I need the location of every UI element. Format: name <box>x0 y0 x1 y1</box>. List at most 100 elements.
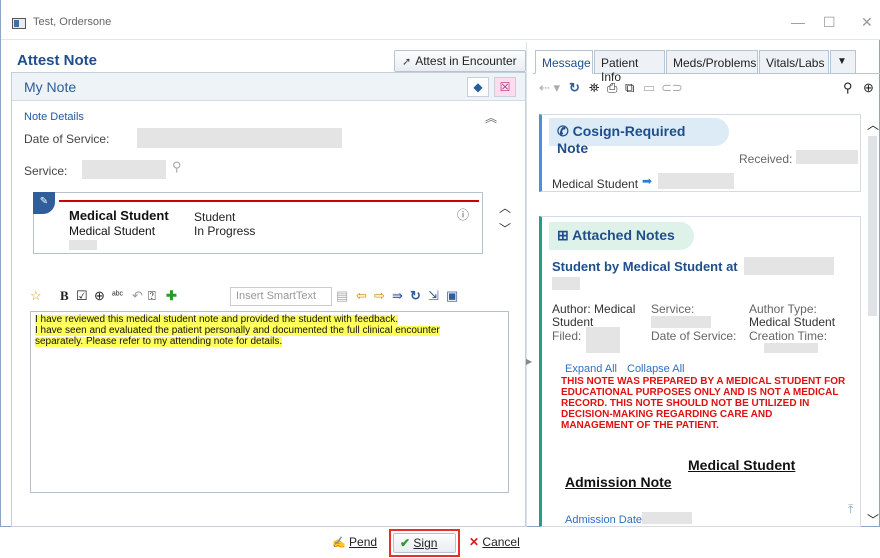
star-icon[interactable]: ☆ <box>30 286 42 306</box>
attest-note-panel: Attest Note ➚ Attest in Encounter My Note… <box>11 42 526 557</box>
scroll-up-icon[interactable]: ︿ <box>499 199 511 216</box>
app-icon <box>12 18 26 29</box>
pin-icon: ➚ <box>402 56 412 68</box>
attached-notes-card: ⊞ Attached Notes Student by Medical Stud… <box>539 216 861 527</box>
cancel-button[interactable]: ✕ Cancel <box>463 532 521 554</box>
tab-message[interactable]: Message <box>535 50 593 74</box>
message-toolbar: ⇠ ▾ ↻ ⛯ ⎙ ⧉ ▭ ⊂⊃ ⚲ ⊕ <box>533 76 880 100</box>
expand-arrow-icon[interactable]: ▶ <box>526 357 532 366</box>
add-icon[interactable]: ✚ <box>166 286 177 306</box>
note-line-3: separately. Please refer to my attending… <box>35 336 283 347</box>
tab-vitals-labs[interactable]: Vitals/Labs <box>759 50 829 74</box>
panel-splitter[interactable]: ▶ <box>526 42 532 527</box>
recipient-value <box>658 173 734 189</box>
zoom-out-icon[interactable]: ⚲ <box>843 80 853 96</box>
attached-notes-header: ⊞ Attached Notes <box>549 222 694 250</box>
student-card[interactable]: ✎ Medical Student Medical Student Studen… <box>33 192 483 254</box>
collapse-chevron-icon[interactable]: ︽ <box>485 109 497 126</box>
pend-icon: ✍ <box>332 537 346 549</box>
service-label-right: Service: <box>651 302 695 316</box>
message-panel: Message Patient Info Meds/Problems Vital… <box>533 42 880 527</box>
note-title-redacted <box>744 257 834 275</box>
window-title: Test, Ordersone <box>33 16 112 28</box>
bold-icon[interactable]: B <box>60 286 69 306</box>
back-icon[interactable]: ⇠ ▾ <box>539 80 560 96</box>
sign-button[interactable]: ✔ Sign <box>393 533 456 553</box>
service-value <box>651 316 711 328</box>
copy-icon[interactable]: ⧉ <box>625 80 634 96</box>
my-note-title: My Note <box>24 79 77 95</box>
medical-student-warning: THIS NOTE WAS PREPARED BY A MEDICAL STUD… <box>561 376 846 431</box>
filed-label: Filed: <box>552 329 582 343</box>
note-details-label: Note Details <box>24 111 84 123</box>
close-icon[interactable]: ✕ <box>861 14 873 31</box>
insert-smarttext-input[interactable]: Insert SmartText <box>230 287 332 306</box>
date-of-service-label: Date of Service: <box>24 132 110 146</box>
student-name-secondary: Medical Student <box>69 224 156 238</box>
expand-all-link[interactable]: Expand All <box>565 363 617 375</box>
zoom-icon[interactable]: ⊕ <box>94 286 105 306</box>
scroll-down-icon[interactable]: ﹀ <box>867 511 879 528</box>
arrow-right-icon[interactable]: ⇨ <box>374 286 385 306</box>
scroll-up-icon[interactable]: ︿ <box>867 116 879 133</box>
date-of-service-field[interactable] <box>137 128 342 148</box>
service-field[interactable] <box>82 160 166 179</box>
scroll-top-icon[interactable]: ⤒ <box>848 502 853 517</box>
binoculars-icon[interactable]: ⛯ <box>589 80 599 96</box>
print-icon[interactable]: ⎙ <box>607 80 617 96</box>
refresh-icon[interactable]: ↻ <box>410 286 421 306</box>
tab-patient-info[interactable]: Patient Info <box>594 50 665 84</box>
app-window: Test, Ordersone — ☐ ✕ Attest Note ➚ Attes… <box>0 0 880 557</box>
cosign-header: ✆ Cosign-Required Note <box>549 118 729 156</box>
attest-note-title: Attest Note <box>17 52 98 69</box>
note-box: My Note ◆ ☒ Note Details ︽ Date of Servi… <box>11 72 526 557</box>
tab-meds-problems[interactable]: Meds/Problems <box>666 50 758 74</box>
filed-value <box>586 327 620 353</box>
scroll-down-icon[interactable]: ﹀ <box>499 220 511 237</box>
arrow-left-icon[interactable]: ⇦ <box>356 286 367 306</box>
note-editor[interactable]: I have reviewed this medical student not… <box>30 311 509 493</box>
note-title: Student by Medical Student at <box>552 259 738 274</box>
search-icon[interactable]: ⚲ <box>172 159 182 175</box>
tab-dropdown-icon[interactable]: ▼ <box>830 50 856 74</box>
admission-date-label: Admission Date: <box>565 514 646 526</box>
refresh-icon[interactable]: ↻ <box>569 80 580 96</box>
minimize-icon[interactable]: — <box>791 14 805 30</box>
author-type-label: Author Type: <box>749 302 817 316</box>
note-icon: ⊞ <box>557 227 569 243</box>
note-footer: ✍ Pend ✔ Sign ✕ Cancel <box>12 528 525 558</box>
date-of-service-label-right: Date of Service: <box>651 329 737 343</box>
author-label: Author: Medical <box>552 302 636 316</box>
title-bar: Test, Ordersone — ☐ ✕ <box>1 0 880 40</box>
note-icon[interactable]: ☒ <box>494 77 516 97</box>
help-icon[interactable]: ⍰ <box>148 286 156 306</box>
image-icon[interactable]: ▭ <box>643 80 655 96</box>
spellcheck-icon[interactable]: ᵃᵇᶜ <box>112 286 123 306</box>
my-note-header: My Note ◆ ☒ <box>12 73 525 101</box>
author-type-value: Medical Student <box>749 315 836 329</box>
undo-icon[interactable]: ↶ <box>132 286 143 306</box>
scroll-thumb[interactable] <box>868 136 877 316</box>
creation-time-value <box>764 343 818 353</box>
arrow-icon: ➡ <box>642 174 653 188</box>
pend-button[interactable]: ✍ Pend <box>326 532 384 554</box>
note-line-1: I have reviewed this medical student not… <box>35 314 399 325</box>
student-role: Student <box>194 210 236 224</box>
collapse-all-link[interactable]: Collapse All <box>627 363 684 375</box>
student-status: In Progress <box>194 224 256 238</box>
attest-in-encounter-button[interactable]: ➚ Attest in Encounter <box>394 50 526 72</box>
insert-icon[interactable]: ⇛ <box>392 286 403 306</box>
link-icon[interactable]: ⊂⊃ <box>661 80 683 96</box>
document-icon[interactable]: ▣ <box>446 286 458 306</box>
right-scrollbar[interactable]: ︿ ﹀ <box>865 116 880 527</box>
info-icon[interactable]: ⓘ <box>457 206 469 223</box>
import-icon[interactable]: ⇲ <box>428 286 439 306</box>
zoom-in-icon[interactable]: ⊕ <box>863 80 874 96</box>
checkbox-icon[interactable]: ☑ <box>76 286 88 306</box>
maximize-icon[interactable]: ☐ <box>823 14 836 31</box>
list-icon[interactable]: ▤ <box>336 286 348 306</box>
note-subtitle-redacted <box>552 277 580 290</box>
redacted-field <box>69 240 97 250</box>
editor-toolbar: ☆ B ☑ ⊕ ᵃᵇᶜ ↶ ⍰ ✚ Insert SmartText ▤ ⇦ ⇨… <box>30 286 510 308</box>
tag-icon[interactable]: ◆ <box>467 77 489 97</box>
